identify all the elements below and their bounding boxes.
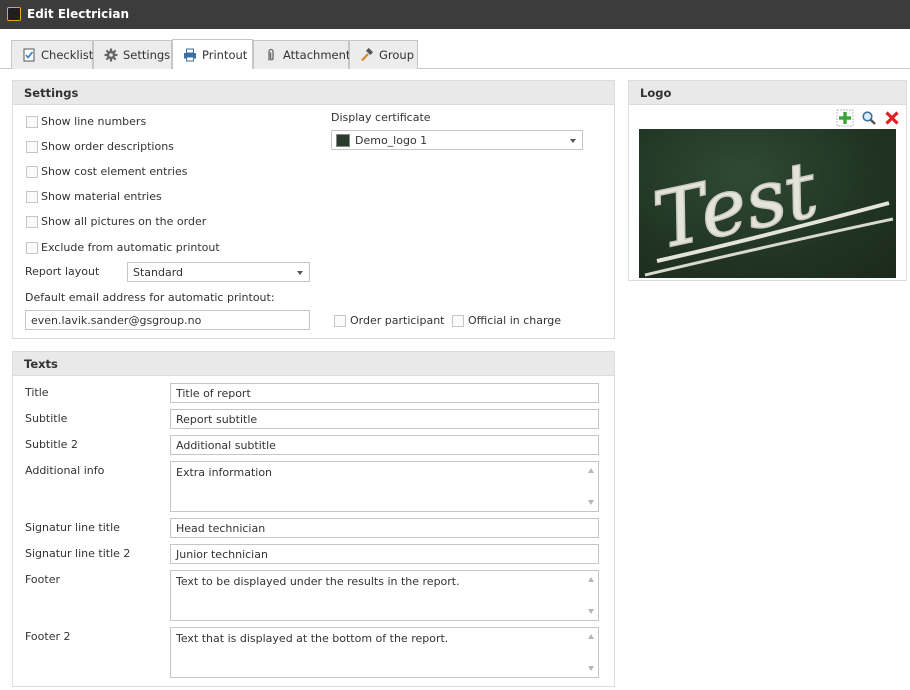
scroll-up-icon[interactable]	[588, 577, 594, 582]
signatur-line-title-2-value: Junior technician	[176, 548, 268, 561]
chevron-down-icon	[570, 139, 576, 143]
order-participant-checkbox[interactable]	[334, 315, 346, 327]
default-email-value: even.lavik.sander@gsgroup.no	[31, 314, 202, 327]
show-material-entries-label: Show material entries	[41, 190, 162, 203]
title-value: Title of report	[176, 387, 251, 400]
tab-label: Checklist	[41, 48, 94, 62]
tab-label: Settings	[123, 48, 171, 62]
tab-label: Printout	[202, 47, 248, 62]
footer-value: Text to be displayed under the results i…	[176, 575, 460, 588]
plus-icon	[836, 109, 854, 127]
additional-info-label: Additional info	[25, 464, 105, 477]
title-bar: Edit Electrician	[0, 0, 910, 29]
show-cost-element-entries-label: Show cost element entries	[41, 165, 188, 178]
certificate-thumbnail-icon	[336, 134, 350, 147]
official-in-charge-checkbox[interactable]	[452, 315, 464, 327]
official-in-charge-label: Official in charge	[468, 314, 562, 327]
printer-icon	[183, 48, 197, 62]
settings-panel-header: Settings	[13, 81, 614, 105]
report-layout-label: Report layout	[25, 265, 100, 278]
signatur-line-title-label: Signatur line title	[25, 521, 120, 534]
scroll-down-icon[interactable]	[588, 666, 594, 671]
chevron-down-icon	[297, 271, 303, 275]
signatur-line-title-2-input[interactable]: Junior technician	[170, 544, 599, 564]
tab-printout[interactable]: Printout	[172, 39, 253, 69]
subtitle-2-value: Additional subtitle	[176, 439, 276, 452]
settings-panel: Settings Show line numbers Show order de…	[12, 80, 615, 339]
window-title: Edit Electrician	[27, 7, 130, 21]
add-logo-button[interactable]	[836, 109, 854, 127]
footer-2-value: Text that is displayed at the bottom of …	[176, 632, 449, 645]
tab-settings[interactable]: Settings	[93, 40, 172, 69]
subtitle-value: Report subtitle	[176, 413, 258, 426]
report-layout-value: Standard	[133, 266, 184, 279]
subtitle-2-input[interactable]: Additional subtitle	[170, 435, 599, 455]
tab-label: Attachment	[283, 48, 351, 62]
signatur-line-title-2-label: Signatur line title 2	[25, 547, 131, 560]
paperclip-icon	[264, 48, 278, 62]
footer-2-label: Footer 2	[25, 630, 71, 643]
show-line-numbers-checkbox[interactable]	[26, 116, 38, 128]
report-layout-select[interactable]: Standard	[127, 262, 310, 282]
title-label: Title	[25, 386, 49, 399]
logo-panel: Logo Test	[628, 80, 907, 281]
hammer-icon	[360, 47, 374, 62]
tab-bar: Checklist Settings Printout Attachment G…	[0, 29, 910, 69]
display-certificate-select[interactable]: Demo_logo 1	[331, 130, 583, 150]
exclude-automatic-printout-label: Exclude from automatic printout	[41, 241, 220, 254]
subtitle-label: Subtitle	[25, 412, 68, 425]
show-order-descriptions-checkbox[interactable]	[26, 141, 38, 153]
scroll-up-icon[interactable]	[588, 634, 594, 639]
show-line-numbers-label: Show line numbers	[41, 115, 147, 128]
signatur-line-title-input[interactable]: Head technician	[170, 518, 599, 538]
logo-text: Test	[646, 145, 825, 267]
footer-label: Footer	[25, 573, 60, 586]
show-all-pictures-label: Show all pictures on the order	[41, 215, 207, 228]
default-email-input[interactable]: even.lavik.sander@gsgroup.no	[25, 310, 310, 330]
display-certificate-value: Demo_logo 1	[355, 134, 428, 147]
subtitle-input[interactable]: Report subtitle	[170, 409, 599, 429]
logo-image: Test	[639, 129, 896, 278]
tab-label: Group	[379, 48, 415, 62]
default-email-label: Default email address for automatic prin…	[25, 291, 275, 304]
show-material-entries-checkbox[interactable]	[26, 191, 38, 203]
gear-icon	[104, 48, 118, 62]
logo-panel-header: Logo	[629, 81, 906, 105]
additional-info-value: Extra information	[176, 466, 273, 479]
footer-textarea[interactable]: Text to be displayed under the results i…	[170, 570, 599, 621]
tab-attachment[interactable]: Attachment	[253, 40, 351, 69]
order-participant-label: Order participant	[350, 314, 445, 327]
delete-icon	[885, 111, 899, 125]
additional-info-textarea[interactable]: Extra information	[170, 461, 599, 512]
tab-group[interactable]: Group	[349, 40, 418, 69]
texts-panel: Texts Title Title of report Subtitle Rep…	[12, 351, 615, 687]
scroll-down-icon[interactable]	[588, 609, 594, 614]
show-cost-element-entries-checkbox[interactable]	[26, 166, 38, 178]
subtitle-2-label: Subtitle 2	[25, 438, 78, 451]
show-all-pictures-checkbox[interactable]	[26, 216, 38, 228]
show-order-descriptions-label: Show order descriptions	[41, 140, 174, 153]
scroll-down-icon[interactable]	[588, 500, 594, 505]
checklist-icon	[22, 48, 36, 62]
magnifier-icon	[862, 111, 876, 125]
exclude-automatic-printout-checkbox[interactable]	[26, 242, 38, 254]
footer-2-textarea[interactable]: Text that is displayed at the bottom of …	[170, 627, 599, 678]
signatur-line-title-value: Head technician	[176, 522, 266, 535]
app-icon	[7, 7, 21, 21]
scroll-up-icon[interactable]	[588, 468, 594, 473]
title-input[interactable]: Title of report	[170, 383, 599, 403]
view-logo-button[interactable]	[860, 109, 878, 127]
tab-checklist[interactable]: Checklist	[11, 40, 93, 69]
delete-logo-button[interactable]	[883, 109, 901, 127]
texts-panel-header: Texts	[13, 352, 614, 376]
display-certificate-label: Display certificate	[331, 111, 431, 124]
